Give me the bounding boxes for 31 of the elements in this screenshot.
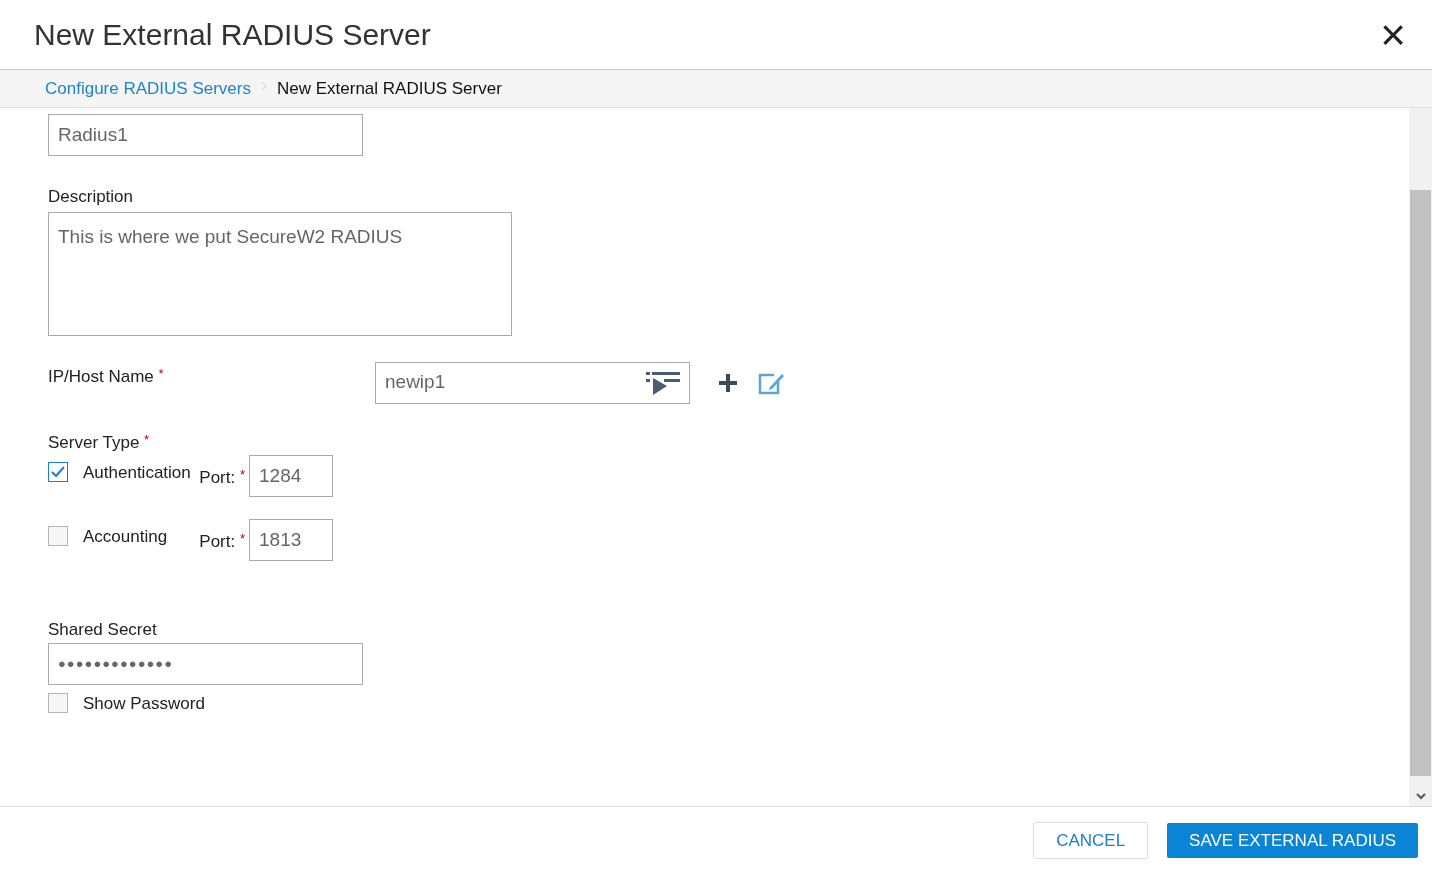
breadcrumb-current: New External RADIUS Server [276, 77, 502, 100]
checkbox-label: Authentication [83, 462, 192, 484]
checkbox[interactable] [48, 693, 68, 714]
field-label: Server Type * [48, 430, 151, 454]
port-label: Port: * [198, 466, 246, 489]
description-field[interactable]: This is where we put SecureW2 RADIUS [48, 211, 512, 336]
checkbox-label: Show Password [83, 692, 205, 715]
port-field[interactable]: 1813 [249, 519, 333, 561]
scrollbar-thumb[interactable] [1410, 190, 1431, 776]
field-label: IP/Host Name * [48, 364, 165, 388]
checkbox[interactable] [48, 526, 68, 546]
close-button[interactable]: × [1380, 12, 1406, 57]
cancel-button[interactable]: CANCEL [1033, 822, 1149, 859]
list-play-icon[interactable] [646, 369, 680, 396]
field-label: Shared Secret [48, 619, 158, 641]
port-label: Port: * [198, 530, 246, 553]
dialog-title: New External RADIUS Server [34, 17, 431, 53]
name-field[interactable]: Radius1 [48, 114, 363, 156]
save-button[interactable]: SAVE EXTERNAL RADIUS [1167, 823, 1418, 858]
plus-icon[interactable] [718, 372, 738, 393]
scrollbar[interactable] [1409, 108, 1432, 806]
host-field[interactable]: newip1 [375, 361, 690, 404]
checkmark-icon [51, 466, 65, 478]
breadcrumb-link[interactable]: Configure RADIUS Servers [45, 75, 251, 102]
checkbox[interactable] [48, 462, 68, 482]
password-field[interactable]: ●●●●●●●●●●●●● [48, 642, 363, 685]
chevron-down-icon[interactable] [1415, 793, 1426, 800]
chevron-icon [260, 80, 267, 91]
checkbox-label: Accounting [83, 526, 169, 548]
port-field[interactable]: 1284 [249, 455, 333, 497]
field-label: Description [48, 186, 135, 208]
